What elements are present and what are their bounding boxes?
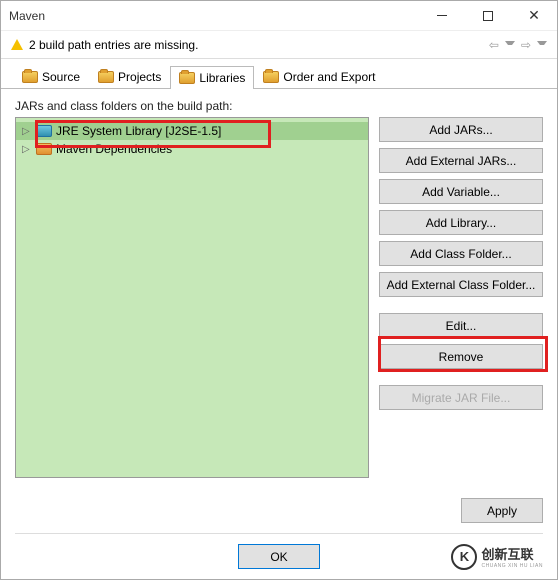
tree-item-label: Maven Dependencies [56, 142, 172, 156]
window-title: Maven [9, 9, 45, 23]
add-external-class-folder-button[interactable]: Add External Class Folder... [379, 272, 543, 297]
tree-item-maven[interactable]: ▷ Maven Dependencies [16, 140, 368, 158]
remove-button[interactable]: Remove [379, 344, 543, 369]
logo-icon: K [451, 544, 477, 570]
window-controls: ✕ [419, 1, 557, 31]
tab-bar: Source Projects Libraries Order and Expo… [1, 59, 557, 89]
add-external-jars-button[interactable]: Add External JARs... [379, 148, 543, 173]
warning-bar: 2 build path entries are missing. ⇦ ⇨ [1, 31, 557, 59]
dialog-window: Maven ✕ 2 build path entries are missing… [0, 0, 558, 580]
maximize-button[interactable] [465, 1, 511, 31]
add-variable-button[interactable]: Add Variable... [379, 179, 543, 204]
tab-label: Order and Export [283, 70, 375, 84]
tab-label: Libraries [199, 71, 245, 85]
expand-icon[interactable]: ▷ [22, 144, 32, 155]
nav-arrows: ⇦ ⇨ [487, 36, 547, 54]
folder-icon [179, 72, 195, 84]
tab-source[interactable]: Source [13, 65, 89, 88]
footer: Apply OK K 创新互联 CHUANG XIN HU LIAN [1, 488, 557, 579]
button-column: Add JARs... Add External JARs... Add Var… [379, 117, 543, 478]
nav-forward-menu[interactable] [537, 41, 547, 49]
tab-libraries[interactable]: Libraries [170, 66, 254, 89]
folder-icon [98, 71, 114, 83]
folder-icon [22, 71, 38, 83]
warning-text: 2 build path entries are missing. [29, 38, 198, 52]
tab-label: Source [42, 70, 80, 84]
tab-order-export[interactable]: Order and Export [254, 65, 384, 88]
add-library-button[interactable]: Add Library... [379, 210, 543, 235]
expand-icon[interactable]: ▷ [22, 126, 32, 137]
ok-button[interactable]: OK [238, 544, 320, 569]
tree-item-jre[interactable]: ▷ JRE System Library [J2SE-1.5] [16, 122, 368, 140]
nav-back-button[interactable]: ⇦ [487, 36, 501, 54]
add-class-folder-button[interactable]: Add Class Folder... [379, 241, 543, 266]
close-button[interactable]: ✕ [511, 1, 557, 31]
titlebar: Maven ✕ [1, 1, 557, 31]
tab-label: Projects [118, 70, 161, 84]
library-tree[interactable]: ▷ JRE System Library [J2SE-1.5] ▷ Maven … [15, 117, 369, 478]
tab-projects[interactable]: Projects [89, 65, 170, 88]
library-icon [36, 125, 52, 137]
nav-forward-button[interactable]: ⇨ [519, 36, 533, 54]
migrate-jar-button: Migrate JAR File... [379, 385, 543, 410]
add-jars-button[interactable]: Add JARs... [379, 117, 543, 142]
content-area: JARs and class folders on the build path… [1, 89, 557, 488]
apply-button[interactable]: Apply [461, 498, 543, 523]
library-icon [36, 143, 52, 155]
section-label: JARs and class folders on the build path… [15, 99, 543, 113]
logo-subtext: CHUANG XIN HU LIAN [481, 563, 543, 569]
edit-button[interactable]: Edit... [379, 313, 543, 338]
nav-back-menu[interactable] [505, 41, 515, 49]
watermark-logo: K 创新互联 CHUANG XIN HU LIAN [451, 544, 543, 570]
warning-icon [11, 39, 23, 50]
logo-text: 创新互联 [481, 544, 543, 563]
divider [15, 533, 543, 534]
minimize-button[interactable] [419, 1, 465, 31]
folder-icon [263, 71, 279, 83]
tree-item-label: JRE System Library [J2SE-1.5] [56, 124, 221, 138]
